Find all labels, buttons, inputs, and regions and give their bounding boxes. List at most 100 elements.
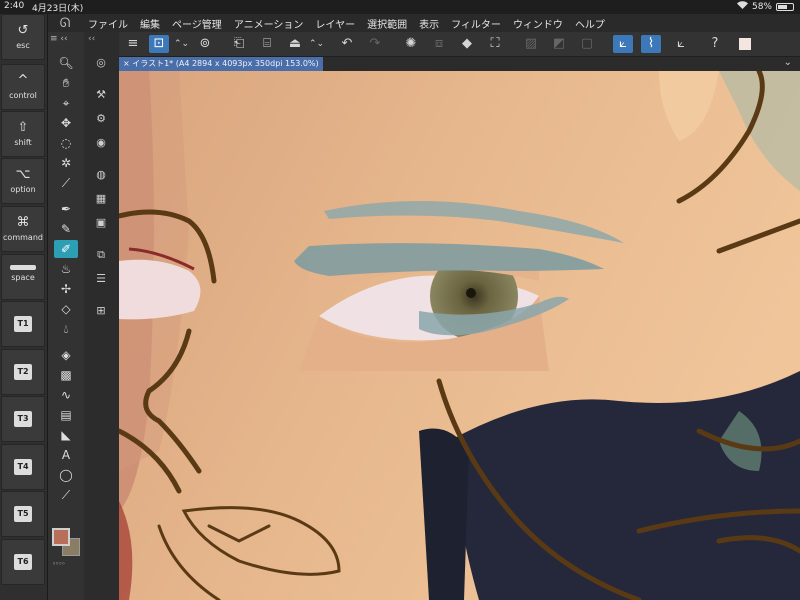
help-icon[interactable]: ?	[705, 35, 725, 53]
t5-key[interactable]: T5	[1, 491, 45, 537]
chevron-down-icon[interactable]: ⌄	[784, 57, 792, 68]
gradient-icon[interactable]: ▩	[54, 366, 78, 384]
space-key[interactable]: space	[1, 254, 45, 300]
shift-label: shift	[14, 138, 32, 147]
menu-page-management[interactable]: ページ管理	[166, 16, 228, 31]
magic-wand-icon[interactable]: ✲	[54, 154, 78, 172]
space-label: space	[11, 273, 35, 282]
eyedropper-icon[interactable]: ⟋	[54, 174, 78, 192]
drawing-canvas[interactable]	[119, 71, 800, 600]
text-icon[interactable]: A	[54, 446, 78, 464]
undo-icon[interactable]: ↶	[337, 35, 357, 53]
battery-percent: 58%	[751, 1, 772, 12]
t1-key[interactable]: T1	[1, 301, 45, 347]
color-wheel-icon[interactable]: ◍	[92, 168, 110, 184]
fill-bucket-icon[interactable]: ◆	[457, 35, 477, 53]
main-color-swatch[interactable]	[52, 528, 70, 546]
layer-property-icon[interactable]: ⧉	[92, 248, 110, 264]
document-tab-bar: × イラスト1* (A4 2894 x 4093px 350dpi 153.0%…	[119, 57, 800, 71]
transparent-color-icon[interactable]: ◦◦◦◦	[52, 560, 82, 568]
color-preview-icon[interactable]	[735, 35, 755, 53]
eraser-icon[interactable]: ◇	[54, 300, 78, 318]
brush-icon-active[interactable]: ✐	[54, 240, 78, 258]
battery-icon	[776, 2, 794, 11]
t3-key[interactable]: T3	[1, 396, 45, 442]
undo-icon: ↺	[17, 23, 29, 38]
frame-border-icon[interactable]: ▤	[54, 406, 78, 424]
option-key[interactable]: ⌥ option	[1, 158, 45, 204]
fill-icon[interactable]: ◈	[54, 346, 78, 364]
menu-filter[interactable]: フィルター	[445, 16, 507, 31]
intermediate-color-icon[interactable]: ▣	[92, 216, 110, 232]
t5-label: T5	[14, 506, 32, 522]
balloon-icon[interactable]: ◯	[54, 466, 78, 484]
shift-key[interactable]: ⇧ shift	[1, 111, 45, 157]
menu-layer[interactable]: レイヤー	[309, 16, 361, 31]
tool-property-icon[interactable]: ⚙︎	[92, 112, 110, 128]
esc-key[interactable]: ↺ esc	[1, 14, 45, 60]
snap-grid-icon[interactable]: ⟀	[671, 35, 691, 53]
color-set-icon[interactable]: ▦	[92, 192, 110, 208]
t4-key[interactable]: T4	[1, 444, 45, 490]
invert-selection-icon[interactable]: ◩	[549, 35, 569, 53]
lasso-selection-icon[interactable]: ◌	[54, 134, 78, 152]
t1-label: T1	[14, 316, 32, 332]
control-label: control	[9, 91, 37, 100]
correct-line-icon[interactable]: ⟋	[54, 486, 78, 504]
menu-window[interactable]: ウィンドウ	[507, 16, 569, 31]
save-icon[interactable]: ⏏	[285, 35, 305, 53]
palette-menu-icon[interactable]: ≡ ‹‹	[50, 34, 68, 44]
save-options-chevron-icon[interactable]: ⌃⌄	[309, 35, 324, 53]
layer-icon[interactable]: ☰	[92, 272, 110, 288]
snap-special-icon[interactable]: ⌇	[641, 35, 661, 53]
transform-icon[interactable]: ⛶	[485, 35, 505, 53]
menu-selection[interactable]: 選択範囲	[361, 16, 413, 31]
t2-key[interactable]: T2	[1, 349, 45, 395]
menu-view[interactable]: 表示	[413, 16, 445, 31]
command-key[interactable]: ⌘ command	[1, 206, 45, 252]
pen-icon[interactable]: ✒︎	[54, 200, 78, 218]
collapse-icon[interactable]: ‹‹	[88, 34, 95, 44]
app-logo-icon[interactable]: ᘏ	[48, 16, 82, 31]
move-layer-icon[interactable]: ✥	[54, 114, 78, 132]
menu-edit[interactable]: 編集	[134, 16, 166, 31]
pencil-icon[interactable]: ✎	[54, 220, 78, 238]
t3-label: T3	[14, 411, 32, 427]
control-key[interactable]: ^ control	[1, 64, 45, 110]
document-tab[interactable]: × イラスト1* (A4 2894 x 4093px 350dpi 153.0%…	[119, 57, 323, 71]
ruler-icon[interactable]: ◣	[54, 426, 78, 444]
command-label: command	[3, 233, 43, 242]
decoration-icon[interactable]: ✢	[54, 280, 78, 298]
edit-tool-icon[interactable]: ⊡	[149, 35, 169, 53]
copy-icon[interactable]: ⧈	[429, 35, 449, 53]
command-bar-vertical: ‹‹ ◎ ⚒︎ ⚙︎ ◉ ◍ ▦ ▣ ⧉ ☰ ⊞	[84, 32, 120, 600]
menu-animation[interactable]: アニメーション	[228, 16, 310, 31]
zoom-icon[interactable]: 🔍︎	[54, 54, 78, 72]
quick-access-icon[interactable]: ⊚	[195, 35, 215, 53]
airbrush-icon[interactable]: ♨︎	[54, 260, 78, 278]
t6-key[interactable]: T6	[1, 539, 45, 585]
option-icon: ⌥	[15, 167, 31, 182]
redo-icon[interactable]: ↷	[365, 35, 385, 53]
menu-file[interactable]: ファイル	[82, 16, 134, 31]
figure-icon[interactable]: ∿	[54, 386, 78, 404]
material-icon[interactable]: ⊞	[92, 304, 110, 320]
operation-icon[interactable]: ⌖	[54, 94, 78, 112]
clear-selection-icon[interactable]: ▨	[521, 35, 541, 53]
date: 4月23日(木)	[32, 4, 84, 14]
menu-help[interactable]: ヘルプ	[569, 16, 611, 31]
menu-icon[interactable]: ≡	[123, 35, 143, 53]
chevron-updown-icon[interactable]: ⌃⌄	[174, 35, 189, 53]
control-icon: ^	[17, 73, 29, 88]
sub-tool-icon[interactable]: ⚒︎	[92, 88, 110, 104]
new-file-icon[interactable]: ⎗	[229, 35, 249, 53]
open-folder-icon[interactable]: ⌸	[257, 35, 277, 53]
select-all-icon[interactable]: ▢	[577, 35, 597, 53]
navigator-icon[interactable]: ◎	[92, 56, 110, 72]
blend-icon[interactable]: 💧︎	[54, 320, 78, 338]
hand-icon[interactable]: ✋︎	[54, 74, 78, 92]
brush-size-icon[interactable]: ◉	[92, 136, 110, 152]
snap-to-ruler-icon[interactable]: ⟀	[613, 35, 633, 53]
close-tab-icon[interactable]: ×	[123, 59, 130, 68]
status-right: 58%	[736, 1, 794, 12]
